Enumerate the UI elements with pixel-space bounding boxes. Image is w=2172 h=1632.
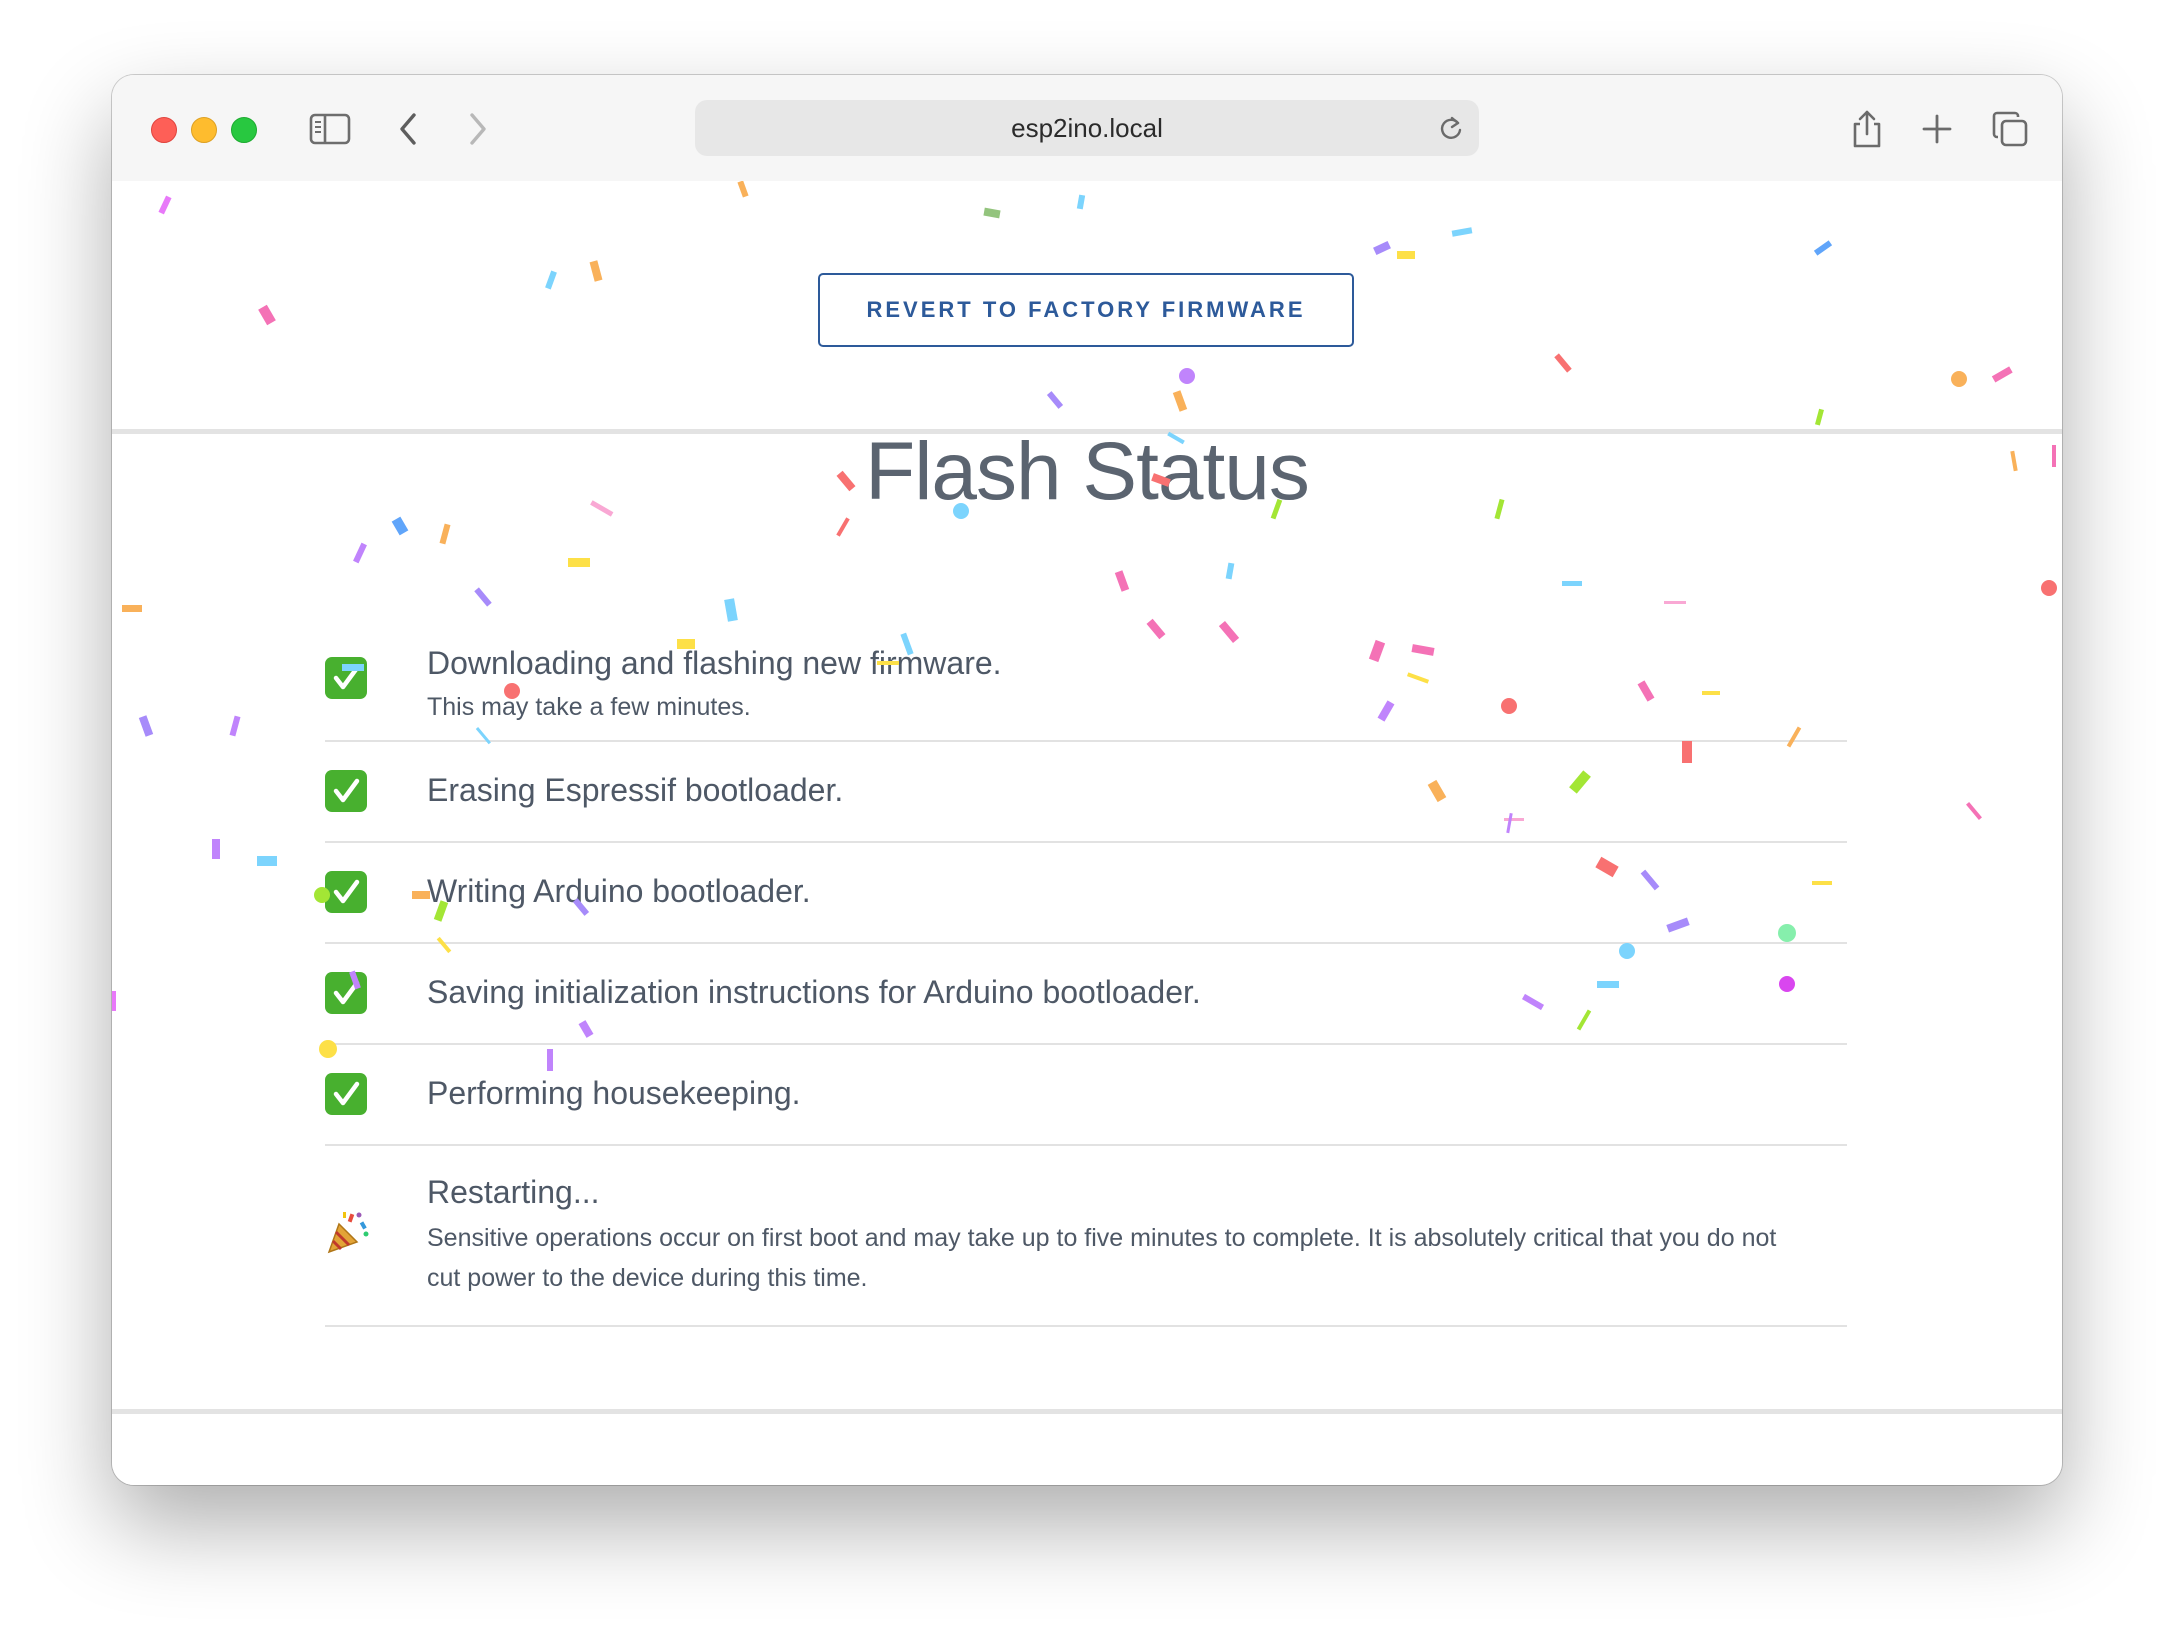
close-window-button[interactable] xyxy=(151,117,177,143)
step-title: Downloading and flashing new firmware. xyxy=(427,645,1002,681)
step-title: Restarting... xyxy=(427,1174,600,1210)
minimize-window-button[interactable] xyxy=(191,117,217,143)
checkmark-icon xyxy=(325,657,367,699)
step-title: Performing housekeeping. xyxy=(427,1075,801,1111)
step-title: Writing Arduino bootloader. xyxy=(427,873,811,909)
step-downloading-firmware: Downloading and flashing new firmware. T… xyxy=(325,611,1847,742)
forward-arrow-icon[interactable] xyxy=(454,105,502,153)
share-icon[interactable] xyxy=(1843,105,1891,153)
new-tab-icon[interactable] xyxy=(1913,105,1961,153)
zoom-window-button[interactable] xyxy=(231,117,257,143)
section-divider xyxy=(112,1409,2062,1414)
checkmark-icon xyxy=(325,770,367,812)
sidebar-toggle-icon[interactable] xyxy=(306,105,354,153)
checkmark-icon xyxy=(325,972,367,1014)
address-bar[interactable]: esp2ino.local xyxy=(695,100,1479,156)
checkmark-icon xyxy=(325,871,367,913)
browser-toolbar: esp2ino.local xyxy=(112,75,2062,182)
step-detail: This may take a few minutes. xyxy=(427,693,751,721)
step-housekeeping: Performing housekeeping. xyxy=(325,1045,1847,1146)
party-popper-icon xyxy=(325,1210,371,1256)
step-writing-bootloader: Writing Arduino bootloader. xyxy=(325,843,1847,944)
browser-window: esp2ino.local REVERT TO FACTORY FIRMWARE… xyxy=(112,75,2062,1485)
step-detail: Sensitive operations occur on first boot… xyxy=(427,1224,1777,1292)
step-title: Saving initialization instructions for A… xyxy=(427,974,1201,1010)
step-restarting: Restarting... Sensitive operations occur… xyxy=(325,1146,1847,1327)
page-title: Flash Status xyxy=(865,426,1310,517)
page-content: REVERT TO FACTORY FIRMWARE Flash Status … xyxy=(112,181,2062,1485)
step-saving-instructions: Saving initialization instructions for A… xyxy=(325,944,1847,1045)
step-title: Erasing Espressif bootloader. xyxy=(427,772,844,808)
back-arrow-icon[interactable] xyxy=(384,105,432,153)
tab-overview-icon[interactable] xyxy=(1986,105,2034,153)
url-text: esp2ino.local xyxy=(1011,113,1163,143)
reload-icon[interactable] xyxy=(1433,110,1469,146)
step-erasing-bootloader: Erasing Espressif bootloader. xyxy=(325,742,1847,843)
flash-steps-list: Downloading and flashing new firmware. T… xyxy=(325,611,1847,1327)
revert-to-factory-firmware-button[interactable]: REVERT TO FACTORY FIRMWARE xyxy=(818,273,1354,347)
checkmark-icon xyxy=(325,1073,367,1115)
